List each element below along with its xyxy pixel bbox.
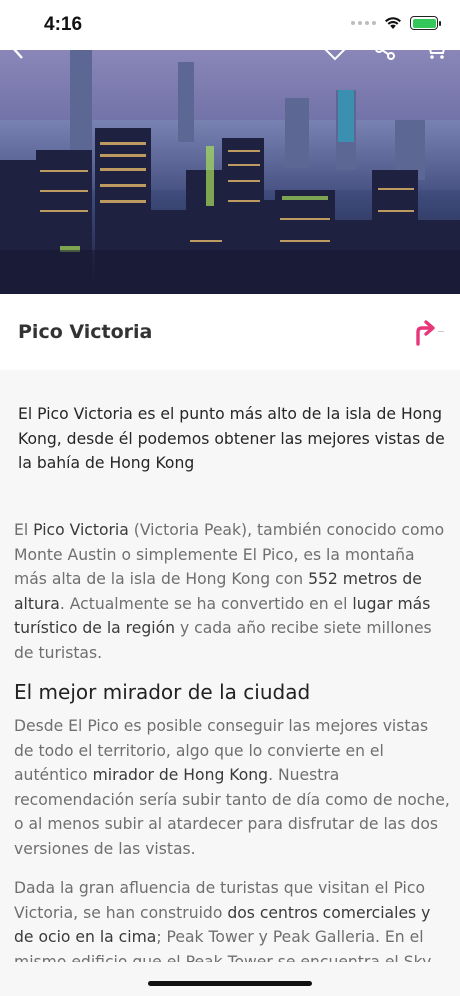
share-icon[interactable] [372, 50, 398, 62]
section-heading: El mejor mirador de la ciudad [14, 680, 311, 704]
hong-kong-skyline-photo [0, 50, 460, 294]
page-title: Pico Victoria [18, 321, 153, 343]
home-indicator[interactable] [148, 981, 312, 986]
directions-icon[interactable] [410, 318, 446, 346]
place-header: Pico Victoria [0, 294, 460, 370]
hero-image [0, 50, 460, 294]
status-time: 4:16 [44, 14, 83, 35]
article-paragraph: El Pico Victoria (Victoria Peak), tambié… [14, 521, 445, 662]
status-indicators [351, 16, 441, 30]
intro-text: El Pico Victoria es el punto más alto de… [18, 405, 445, 472]
article-paragraph: Desde El Pico es posible conseguir las m… [14, 717, 450, 858]
cart-icon[interactable] [422, 50, 448, 62]
wifi-icon [385, 17, 401, 29]
battery-icon [410, 16, 441, 30]
back-icon[interactable] [6, 50, 32, 62]
article-paragraph: Dada la gran afluencia de turistas que v… [14, 879, 432, 962]
heart-icon[interactable] [322, 50, 348, 62]
signal-icon [351, 21, 376, 25]
status-bar: 4:16 [0, 0, 460, 50]
